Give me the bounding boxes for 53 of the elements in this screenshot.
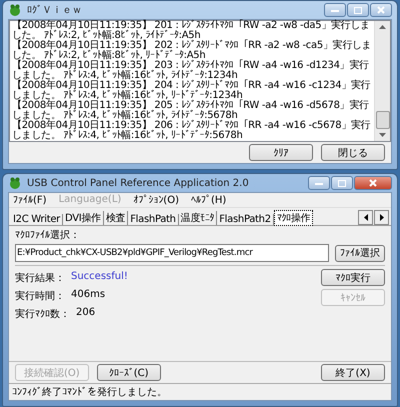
tab[interactable]: 検査 bbox=[104, 211, 128, 225]
maximize-button[interactable] bbox=[347, 3, 369, 17]
window-title: USB Control Panel Reference Application 2.0 bbox=[27, 178, 250, 188]
menu-item[interactable]: ｵﾌﾟｼｮﾝ(O) bbox=[133, 194, 179, 206]
window-title: ﾛｸﾞＶｉｅｗ bbox=[27, 4, 83, 17]
tab-scroll-left-button[interactable] bbox=[358, 210, 373, 225]
scroll-up-icon bbox=[379, 25, 386, 29]
tab[interactable]: 温度ﾓﾆﾀ bbox=[178, 211, 218, 225]
tab[interactable]: ﾏｸﾛ操作 bbox=[274, 210, 314, 226]
log-entry: 【2008年04月10日11:19:35】 204 : ﾚｼﾞｽﾀﾘｰﾄﾞﾏｸﾛ「RR -a4 -w16 -c1234」実行しました。 ｱﾄﾞﾚｽ:4, ﾋﾞｯﾄ幅:16ﾋﾞｯﾄ, ﾘｰﾄﾞﾃﾞｰﾀ:1234h bbox=[12, 81, 372, 101]
result-label: 実行結果： bbox=[15, 272, 65, 285]
macro-button[interactable]: ﾏｸﾛ実行 bbox=[321, 269, 385, 286]
bug-icon bbox=[8, 176, 22, 190]
result-label: 実行ﾏｸﾛ数： bbox=[15, 308, 70, 321]
log-button[interactable]: 閉じる bbox=[321, 144, 385, 161]
scrollbar[interactable] bbox=[374, 21, 390, 141]
tab[interactable]: I2C Writer bbox=[11, 214, 63, 225]
close-icon bbox=[369, 179, 377, 187]
result-value: 406ms bbox=[71, 289, 106, 302]
result-value: Successful! bbox=[71, 271, 128, 284]
scroll-down-icon bbox=[379, 133, 386, 137]
right-arrow-icon bbox=[380, 214, 384, 221]
log-entry: 【2008年04月10日11:19:35】 203 : ﾚｼﾞｽﾀﾗｲﾄﾏｸﾛ「RW -a4 -w16 -d1234」実行しました。 ｱﾄﾞﾚｽ:4, ﾋﾞｯﾄ幅:16ﾋﾞｯﾄ, ﾗｲﾄﾃﾞｰﾀ:1234h bbox=[12, 61, 369, 81]
bug-icon bbox=[8, 3, 22, 17]
menu-item[interactable]: ﾍﾙﾌﾟ(H) bbox=[190, 194, 226, 206]
log-entry: 【2008年04月10日11:19:35】 206 : ﾚｼﾞｽﾀﾘｰﾄﾞﾏｸﾛ「RR -a4 -w16 -c5678」実行しました。 ｱﾄﾞﾚｽ:4, ﾋﾞｯﾄ幅:16ﾋﾞｯﾄ, ﾘｰﾄﾞﾃﾞｰﾀ:5678h bbox=[12, 121, 372, 141]
tab[interactable]: DVI操作 bbox=[63, 211, 104, 225]
minimize-icon bbox=[315, 182, 323, 184]
result-label: 実行時間： bbox=[15, 290, 65, 303]
footer-button[interactable]: 終了(X) bbox=[321, 364, 385, 381]
close-icon bbox=[377, 6, 385, 14]
field-label: ﾏｸﾛﾌｧｲﾙ選択： bbox=[15, 229, 81, 242]
maximize-icon bbox=[354, 6, 362, 14]
maximize-button[interactable] bbox=[331, 176, 353, 190]
log-entry: 【2008年04月10日11:19:35】 201 : ﾚｼﾞｽﾀﾗｲﾄﾏｸﾛ「RW -a2 -w8 -da5」実行しました。 ｱﾄﾞﾚｽ:2, ﾋﾞｯﾄ幅:8ﾋﾞｯﾄ, ﾗｲﾄﾃﾞｰﾀ:A5h bbox=[12, 21, 371, 41]
result-value: 206 bbox=[76, 307, 96, 320]
file-path-field[interactable]: E:¥Product_chk¥CX-USB2¥pld¥GPIF_Verilog¥RegTest.mcr bbox=[15, 244, 329, 262]
scroll-thumb[interactable] bbox=[376, 111, 390, 129]
minimize-icon bbox=[331, 8, 339, 12]
maximize-icon bbox=[338, 180, 346, 186]
file-select-button[interactable]: ﾌｧｲﾙ選択 bbox=[335, 244, 385, 262]
tab[interactable]: FlashPath bbox=[128, 214, 179, 225]
minimize-button[interactable] bbox=[324, 3, 346, 17]
log-entry: 【2008年04月10日11:19:35】 205 : ﾚｼﾞｽﾀﾗｲﾄﾏｸﾛ「RW -a4 -w16 -d5678」実行しました。 ｱﾄﾞﾚｽ:4, ﾋﾞｯﾄ幅:16ﾋﾞｯﾄ, ﾗｲﾄﾃﾞｰﾀ:5678h bbox=[12, 101, 369, 121]
close-button[interactable] bbox=[370, 3, 392, 17]
log-entry: 【2008年04月10日11:19:35】 202 : ﾚｼﾞｽﾀﾘｰﾄﾞﾏｸﾛ「RR -a2 -w8 -ca5」実行しました。 ｱﾄﾞﾚｽ:2, ﾋﾞｯﾄ幅:8ﾋﾞｯﾄ, ﾘｰﾄﾞﾃﾞｰﾀ:A5h bbox=[12, 41, 372, 61]
log-button[interactable]: ｸﾘｱ bbox=[249, 144, 313, 161]
menu-item[interactable]: ﾌｧｲﾙ(F) bbox=[13, 194, 47, 206]
tab-scroll-right-button[interactable] bbox=[374, 210, 389, 225]
close-button[interactable] bbox=[354, 176, 392, 190]
minimize-button[interactable] bbox=[308, 176, 330, 190]
footer-button[interactable]: ｸﾛｰｽﾞ(C) bbox=[96, 364, 161, 381]
left-arrow-icon bbox=[364, 214, 368, 221]
